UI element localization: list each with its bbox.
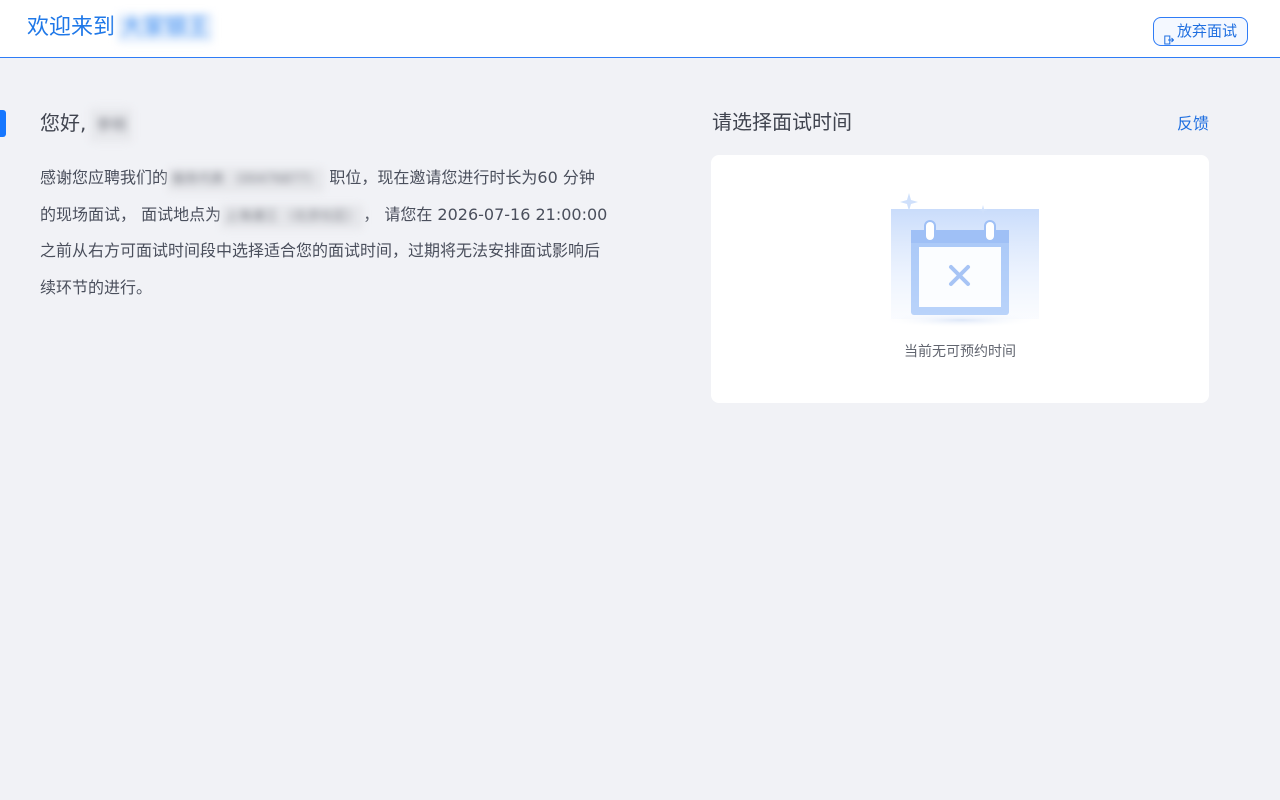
- quit-button-label: 放弃面试: [1176, 22, 1237, 40]
- interview-location: 上海浦江 （北京社区）: [221, 204, 364, 229]
- invitation-text: 感谢您应聘我们的 服务代表 （00476877） 职位，现在邀请您进行时长为60 …: [40, 160, 610, 306]
- time-slot-card: 当前无可预约时间: [711, 155, 1209, 403]
- feedback-link[interactable]: 反馈: [1177, 112, 1209, 136]
- candidate-name: 李明: [90, 108, 133, 142]
- calendar-unavailable-icon: [871, 185, 1051, 330]
- section-marker: [0, 110, 6, 137]
- greeting: 您好, 李明: [40, 106, 610, 142]
- greeting-prefix: 您好,: [40, 111, 87, 135]
- desc-part-1: 感谢您应聘我们的: [40, 168, 169, 187]
- top-header: 欢迎来到 大家银王 放弃面试: [0, 0, 1280, 58]
- empty-state-text: 当前无可预约时间: [904, 344, 1016, 360]
- position-name: 服务代表 （00476877）: [168, 168, 325, 192]
- invitation-panel: 您好, 李明 感谢您应聘我们的 服务代表 （00476877） 职位，现在邀请您进行…: [40, 106, 610, 306]
- welcome-title: 欢迎来到 大家银王: [27, 13, 214, 43]
- welcome-prefix: 欢迎来到: [27, 15, 116, 40]
- select-time-title: 请选择面试时间: [712, 110, 852, 134]
- quit-interview-button[interactable]: 放弃面试: [1152, 17, 1248, 46]
- company-name: 大家银王: [117, 13, 214, 43]
- logout-icon: [1164, 27, 1175, 44]
